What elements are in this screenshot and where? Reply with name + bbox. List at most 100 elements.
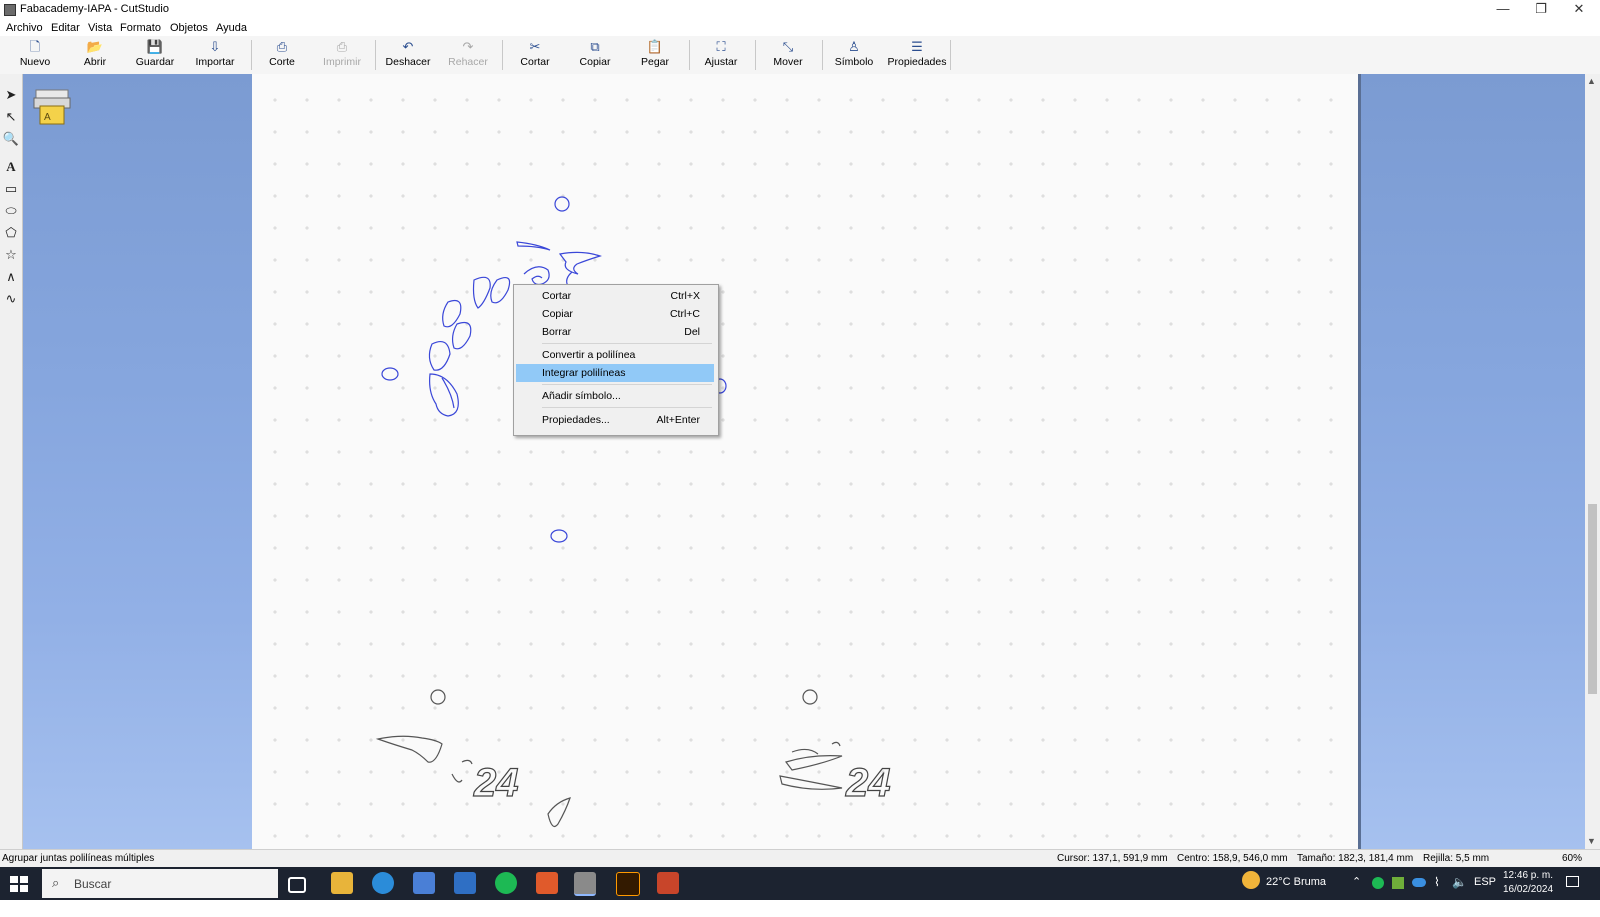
spotify-icon[interactable] xyxy=(495,872,517,894)
ctx-separator xyxy=(542,343,712,344)
abrir-button[interactable]: 📂 Abrir xyxy=(67,38,123,72)
scrollbar-thumb[interactable] xyxy=(1588,504,1597,694)
cutstudio-taskbar-icon[interactable] xyxy=(574,872,596,896)
unselected-shapes[interactable] xyxy=(375,689,843,827)
canvas-text-24-left[interactable]: 24 xyxy=(472,760,519,805)
ctx-cortar[interactable]: Cortar Ctrl+X xyxy=(516,287,714,305)
weather-text[interactable]: 22°C Bruma xyxy=(1266,876,1326,909)
pegar-button[interactable]: 📋 Pegar xyxy=(627,38,683,72)
file-explorer-icon[interactable] xyxy=(331,872,353,894)
new-file-icon: 🗋 xyxy=(29,39,41,54)
toolbar-separator xyxy=(502,40,503,70)
import-icon: ⇩ xyxy=(209,39,221,54)
mover-button[interactable]: ⤡ Mover xyxy=(760,38,816,72)
windows-start-icon[interactable] xyxy=(6,873,32,895)
zoom-icon[interactable]: 🔍 xyxy=(2,130,20,148)
freehand-icon[interactable]: ∿ xyxy=(2,290,20,308)
status-tamano: Tamaño: 182,3, 181,4 mm xyxy=(1297,853,1414,864)
volume-icon[interactable]: 🔈 xyxy=(1452,875,1467,908)
minimize-button[interactable]: — xyxy=(1483,0,1523,20)
scroll-up-icon[interactable]: ▲ xyxy=(1587,76,1596,86)
corte-button[interactable]: ⎙ Corte xyxy=(254,38,310,72)
select-arrow-icon[interactable]: ➤ xyxy=(2,86,20,104)
ctx-borrar[interactable]: Borrar Del xyxy=(516,323,714,341)
menu-bar: Archivo Editar Vista Formato Objetos Ayu… xyxy=(0,20,1600,37)
ctx-copiar[interactable]: Copiar Ctrl+C xyxy=(516,305,714,323)
search-placeholder: Buscar xyxy=(74,877,112,891)
imprimir-button[interactable]: ⎙ Imprimir xyxy=(314,38,370,72)
tray-app-icon[interactable] xyxy=(1392,877,1404,889)
ajustar-button[interactable]: ⛶ Ajustar xyxy=(693,38,749,72)
main-toolbar: 🗋 Nuevo 📂 Abrir 💾 Guardar ⇩ Importar ⎙ C… xyxy=(0,36,1600,75)
brave-browser-icon[interactable] xyxy=(536,872,558,894)
windows-taskbar: ⌕ Buscar 22°C Bruma ⌃ ⌇ 🔈 ESP 12:46 p. m… xyxy=(0,867,1600,900)
importar-button[interactable]: ⇩ Importar xyxy=(187,38,243,72)
rehacer-button[interactable]: ↷ Rehacer xyxy=(440,38,496,72)
menu-vista[interactable]: Vista xyxy=(88,22,112,34)
propiedades-button[interactable]: ☰ Propiedades xyxy=(886,38,948,72)
menu-objetos[interactable]: Objetos xyxy=(170,22,208,34)
copy-icon: ⧉ xyxy=(590,39,600,54)
clock-date[interactable]: 16/02/2024 xyxy=(1503,884,1553,917)
toolbar-separator xyxy=(251,40,252,70)
toolbar-separator xyxy=(689,40,690,70)
print-icon: ⎙ xyxy=(336,39,348,54)
task-view-icon[interactable] xyxy=(288,877,306,893)
tray-chevron-icon[interactable]: ⌃ xyxy=(1352,875,1361,908)
star-icon[interactable]: ☆ xyxy=(2,246,20,264)
microsoft-store-icon[interactable] xyxy=(413,872,435,894)
spotify-tray-icon[interactable] xyxy=(1372,877,1384,889)
taskbar-search-box[interactable]: ⌕ Buscar xyxy=(42,869,278,898)
language-indicator[interactable]: ESP xyxy=(1474,876,1496,909)
guardar-button[interactable]: 💾 Guardar xyxy=(127,38,183,72)
printer-device-icon[interactable]: A xyxy=(32,84,72,128)
notifications-icon[interactable] xyxy=(1566,876,1579,887)
vertical-scrollbar[interactable]: ▲ ▼ xyxy=(1585,74,1600,849)
edge-browser-icon[interactable] xyxy=(372,872,394,894)
properties-icon: ☰ xyxy=(911,39,923,54)
text-icon[interactable]: A xyxy=(2,158,20,176)
scroll-down-icon[interactable]: ▼ xyxy=(1587,836,1596,846)
ctx-propiedades[interactable]: Propiedades... Alt+Enter xyxy=(516,411,714,429)
scissors-icon: ✂ xyxy=(529,39,541,54)
ctx-separator xyxy=(542,407,712,408)
status-centro: Centro: 158,9, 546,0 mm xyxy=(1177,853,1288,864)
toolbar-separator xyxy=(755,40,756,70)
menu-archivo[interactable]: Archivo xyxy=(6,22,43,34)
polygon-icon[interactable]: ⬠ xyxy=(2,224,20,242)
menu-ayuda[interactable]: Ayuda xyxy=(216,22,247,34)
canvas-text-24-right[interactable]: 24 xyxy=(844,760,891,805)
ctx-integrar-polilineas[interactable]: Integrar polilíneas xyxy=(516,364,714,382)
context-menu: Cortar Ctrl+X Copiar Ctrl+C Borrar Del C… xyxy=(513,284,719,436)
paste-clipboard-icon: 📋 xyxy=(646,39,664,54)
copiar-button[interactable]: ⧉ Copiar xyxy=(567,38,623,72)
toolbar-separator xyxy=(950,40,951,70)
ctx-anadir-simbolo[interactable]: Añadir símbolo... xyxy=(516,387,714,405)
deshacer-button[interactable]: ↶ Deshacer xyxy=(380,38,436,72)
redo-icon: ↷ xyxy=(462,39,474,54)
ctx-convertir-polilinea[interactable]: Convertir a polilínea xyxy=(516,346,714,364)
cortar-button[interactable]: ✂ Cortar xyxy=(507,38,563,72)
simbolo-button[interactable]: ♙ Símbolo xyxy=(826,38,882,72)
restore-button[interactable]: ❐ xyxy=(1521,0,1561,20)
app-icon[interactable] xyxy=(657,872,679,894)
illustrator-icon[interactable] xyxy=(616,872,640,896)
close-button[interactable]: ✕ xyxy=(1559,0,1599,20)
open-folder-icon: 📂 xyxy=(86,39,104,54)
polyline-icon[interactable]: ∧ xyxy=(2,268,20,286)
fit-icon: ⛶ xyxy=(716,39,726,54)
onedrive-icon[interactable] xyxy=(1412,878,1426,887)
status-rejilla: Rejilla: 5,5 mm xyxy=(1423,853,1490,864)
weather-icon[interactable] xyxy=(1242,871,1260,889)
nuevo-button[interactable]: 🗋 Nuevo xyxy=(7,38,63,72)
mail-icon[interactable] xyxy=(454,872,476,894)
rectangle-icon[interactable]: ▭ xyxy=(2,180,20,198)
menu-formato[interactable]: Formato xyxy=(120,22,161,34)
node-edit-icon[interactable]: ↖ xyxy=(2,108,20,126)
symbol-person-icon: ♙ xyxy=(848,39,860,54)
network-icon[interactable]: ⌇ xyxy=(1434,875,1440,908)
cutstudio-app-icon xyxy=(4,4,16,16)
menu-editar[interactable]: Editar xyxy=(51,22,80,34)
ellipse-icon[interactable]: ⬭ xyxy=(2,202,20,220)
toolbar-separator xyxy=(375,40,376,70)
